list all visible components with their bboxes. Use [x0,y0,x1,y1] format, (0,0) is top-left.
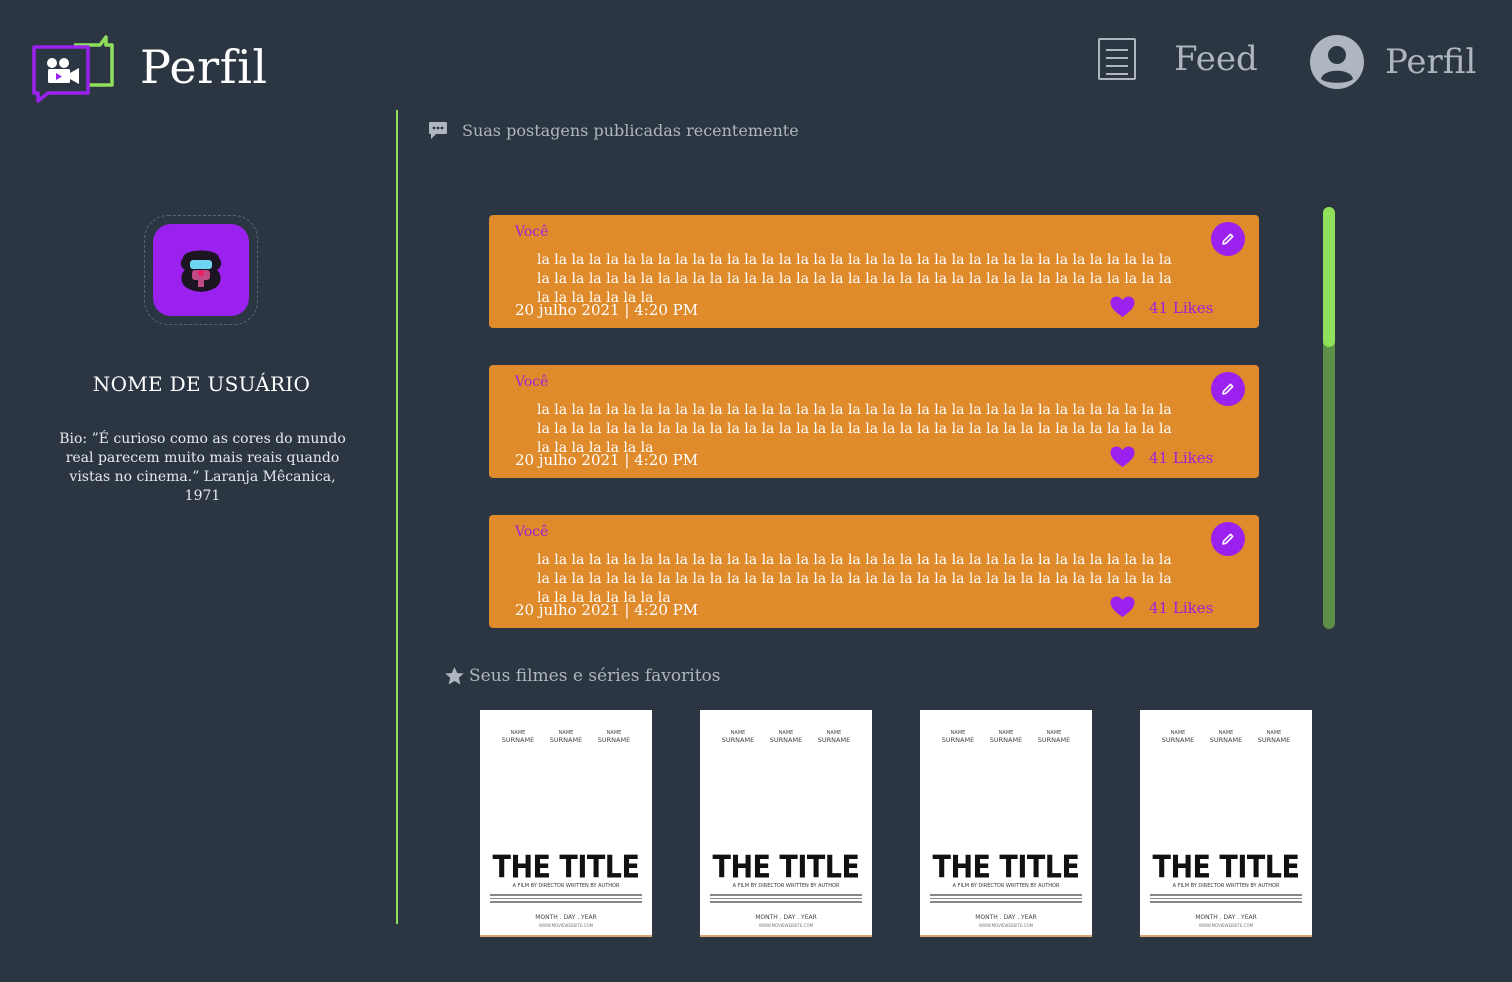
poster-subtitle: A FILM BY DIRECTOR WRITTEN BY AUTHOR [1172,883,1280,889]
posts-heading-text: Suas postagens publicadas recentemente [462,121,799,140]
poster-url: WWW.MOVIEWEBSITE.COM [538,923,594,928]
nav-feed[interactable]: Feed [1098,38,1258,80]
poster-date: MONTH . DAY . YEAR [1195,914,1257,921]
poster-title: THE TITLE [932,849,1080,886]
avatar [153,224,249,316]
favorite-poster[interactable]: NAME SURNAME NAME SURNAME NAME SURNAME THE … [1140,710,1312,937]
nav-profile[interactable]: Perfil [1309,34,1476,90]
poster-title: THE TITLE [712,849,860,886]
post-date: 20 julho 2021 | 4:20 PM [515,601,699,619]
poster-cast-name: NAME SURNAME [1037,730,1071,744]
poster-cast-name: NAME SURNAME [721,730,755,744]
pencil-icon [1222,533,1234,545]
poster-date: MONTH . DAY . YEAR [755,914,817,921]
poster-cast-name: NAME SURNAME [549,730,583,744]
column-divider [396,110,398,924]
nav-feed-label: Feed [1174,39,1258,79]
favorite-poster[interactable]: NAME SURNAME NAME SURNAME NAME SURNAME THE … [700,710,872,937]
post-date: 20 julho 2021 | 4:20 PM [515,451,699,469]
avatar-frame[interactable] [144,215,258,325]
poster-date: MONTH . DAY . YEAR [535,914,597,921]
poster-cast-name: NAME SURNAME [597,730,631,744]
app-logo [32,35,114,103]
pencil-icon [1222,383,1234,395]
post-author: Você [515,374,549,390]
poster-url: WWW.MOVIEWEBSITE.COM [1198,923,1254,928]
poster-credits [710,892,862,906]
username: NOME DE USUÁRIO [92,372,311,396]
nav-profile-label: Perfil [1385,42,1477,82]
post-text: la la la la la la la la la la la la la l… [537,252,1172,306]
edit-post-button[interactable] [1211,222,1245,256]
pencil-icon [1222,233,1234,245]
heart-icon[interactable] [1110,446,1135,468]
post-text: la la la la la la la la la la la la la l… [537,552,1172,606]
poster-credits [930,892,1082,906]
poster-cast-name: NAME SURNAME [941,730,975,744]
favorites-heading-text: Seus filmes e séries favoritos [469,666,721,686]
garnet-avatar-icon [180,250,222,292]
poster-cast-name: NAME SURNAME [501,730,535,744]
post-likes[interactable]: 41 Likes [1149,599,1213,617]
chat-bubble-icon [429,122,447,139]
poster-cast-name: NAME SURNAME [1209,730,1243,744]
poster-date: MONTH . DAY . YEAR [975,914,1037,921]
poster-subtitle: A FILM BY DIRECTOR WRITTEN BY AUTHOR [952,883,1060,889]
poster-cast-name: NAME SURNAME [769,730,803,744]
post-card: Você la la la la la la la la la la la la… [489,365,1259,478]
poster-cast-name: NAME SURNAME [1257,730,1291,744]
star-icon [445,667,464,685]
poster-title: THE TITLE [1152,849,1300,886]
post-author: Você [515,224,549,240]
post-likes[interactable]: 41 Likes [1149,299,1213,317]
post-likes[interactable]: 41 Likes [1149,449,1213,467]
favorites-section-heading: Seus filmes e séries favoritos [444,666,721,686]
poster-credits [490,892,642,906]
page-title: Perfil [140,40,268,94]
poster-credits [1150,892,1302,906]
poster-title: THE TITLE [492,849,640,886]
post-card: Você la la la la la la la la la la la la… [489,515,1259,628]
edit-post-button[interactable] [1211,522,1245,556]
post-author: Você [515,524,549,540]
heart-icon[interactable] [1110,596,1135,618]
edit-post-button[interactable] [1211,372,1245,406]
poster-cast-name: NAME SURNAME [817,730,851,744]
user-circle-icon [1310,35,1364,89]
heart-icon[interactable] [1110,296,1135,318]
post-text: la la la la la la la la la la la la la l… [537,402,1172,456]
favorite-poster[interactable]: NAME SURNAME NAME SURNAME NAME SURNAME THE … [480,710,652,937]
poster-subtitle: A FILM BY DIRECTOR WRITTEN BY AUTHOR [512,883,620,889]
poster-cast-name: NAME SURNAME [1161,730,1195,744]
posts-scrollbar-thumb[interactable] [1323,207,1335,347]
poster-url: WWW.MOVIEWEBSITE.COM [758,923,814,928]
poster-cast-name: NAME SURNAME [989,730,1023,744]
feed-list-icon [1098,38,1136,80]
poster-url: WWW.MOVIEWEBSITE.COM [978,923,1034,928]
user-bio: Bio: ”É curioso como as cores do mundo r… [59,431,346,504]
poster-subtitle: A FILM BY DIRECTOR WRITTEN BY AUTHOR [732,883,840,889]
post-card: Você la la la la la la la la la la la la… [489,215,1259,328]
posts-section-heading: Suas postagens publicadas recentemente [428,121,799,140]
favorite-poster[interactable]: NAME SURNAME NAME SURNAME NAME SURNAME THE … [920,710,1092,937]
post-date: 20 julho 2021 | 4:20 PM [515,301,699,319]
